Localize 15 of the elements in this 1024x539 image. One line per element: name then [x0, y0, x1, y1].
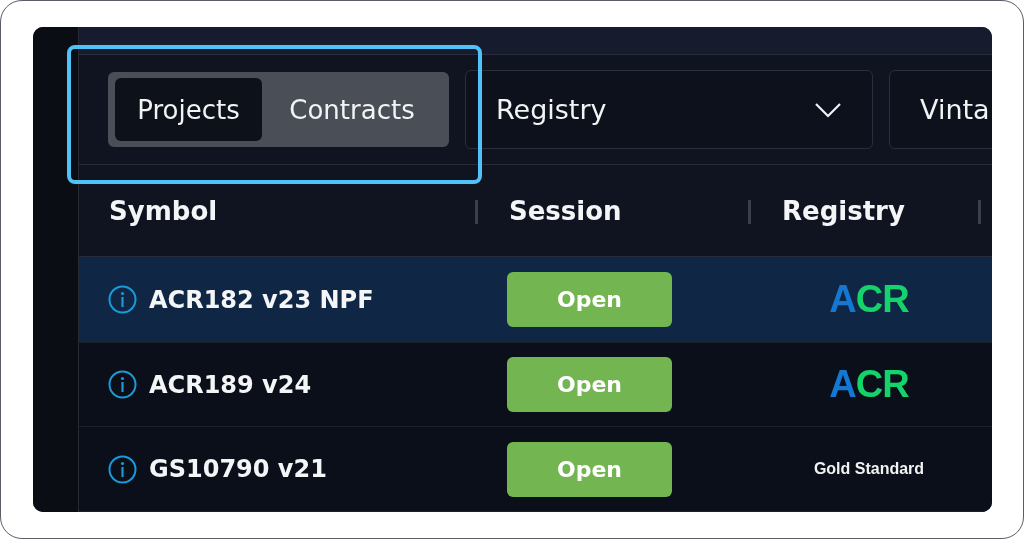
info-icon[interactable]	[108, 454, 137, 484]
registry-logo: ACR	[829, 363, 909, 406]
table-cell: ACR182 v23 NPF	[79, 257, 475, 343]
filter-dropdown[interactable]: Registry	[465, 70, 873, 149]
view-tab[interactable]: Contracts	[262, 78, 442, 141]
filter-dropdown[interactable]: Vinta	[889, 70, 992, 149]
info-icon[interactable]	[108, 285, 137, 314]
chevron-down-icon	[814, 101, 842, 118]
info-icon[interactable]	[108, 370, 137, 399]
column-header[interactable]: Session	[475, 165, 748, 257]
registry-logo: Gold Standard	[813, 460, 925, 478]
view-tab[interactable]: Projects	[115, 78, 262, 141]
column-header[interactable]: Registry	[748, 165, 978, 257]
column-header[interactable]: Symbol	[79, 165, 475, 257]
registry-logo: ACR	[829, 278, 909, 321]
